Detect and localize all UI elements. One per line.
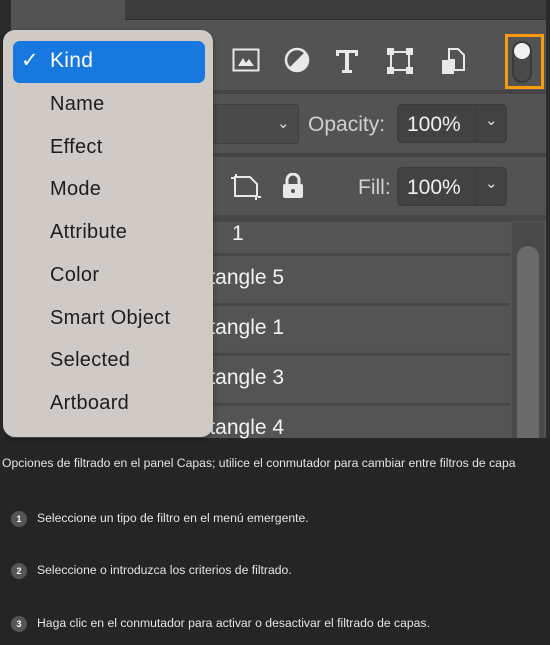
step-1: 1 Seleccione un tipo de filtro en el menú… — [11, 511, 309, 527]
scrollbar-thumb[interactable] — [517, 246, 539, 438]
smart-object-icon[interactable] — [441, 48, 465, 75]
opacity-field[interactable]: 100% ⌄ — [397, 104, 507, 143]
filter-type-menu: ✓ Kind Name Effect Mode Attribute Color S… — [3, 30, 213, 437]
figure-caption: Opciones de filtrado en el panel Capas; … — [2, 456, 516, 470]
lock-icon[interactable] — [282, 173, 304, 199]
fill-label: Fill: — [358, 176, 391, 199]
step-text: Seleccione o introduzca los criterios de… — [37, 563, 292, 577]
menu-item-artboard[interactable]: Artboard — [50, 392, 129, 415]
menu-item-kind[interactable]: ✓ Kind — [13, 41, 205, 83]
step-2: 2 Seleccione o introduzca los criterios d… — [11, 563, 292, 579]
panel-edge — [546, 0, 550, 438]
chevron-down-icon[interactable]: ⌄ — [485, 174, 498, 192]
fill-value: 100% — [407, 176, 461, 199]
menu-item-effect[interactable]: Effect — [50, 136, 103, 159]
image-icon[interactable] — [232, 48, 260, 72]
divider — [475, 168, 476, 205]
artboard-lock-icon[interactable] — [231, 174, 261, 200]
opacity-value: 100% — [407, 113, 461, 136]
layer-name: 1 — [232, 222, 244, 245]
layers-panel: ⌄ Opacity: 100% ⌄ Fill: 100% ⌄ 1 Rectang… — [0, 0, 550, 439]
menu-item-selected[interactable]: Selected — [50, 349, 130, 372]
filter-toggle-icon[interactable] — [511, 40, 533, 84]
chevron-down-icon[interactable]: ⌄ — [485, 111, 498, 129]
menu-item-smart-object[interactable]: Smart Object — [50, 307, 170, 330]
divider — [475, 105, 476, 142]
type-icon[interactable] — [334, 48, 360, 74]
step-number-badge: 3 — [11, 616, 27, 632]
chevron-down-icon: ⌄ — [277, 115, 290, 132]
menu-item-label: Kind — [50, 49, 94, 72]
step-number-badge: 1 — [11, 511, 27, 527]
checkmark-icon: ✓ — [21, 49, 39, 72]
opacity-label: Opacity: — [308, 113, 386, 136]
menu-item-mode[interactable]: Mode — [50, 178, 101, 201]
panel-tab-bar — [125, 0, 546, 20]
step-text: Haga clic en el conmutador para activar … — [37, 616, 430, 630]
adjustment-icon[interactable] — [284, 47, 310, 73]
menu-item-attribute[interactable]: Attribute — [50, 221, 127, 244]
step-3: 3 Haga clic en el conmutador para activar… — [11, 616, 430, 632]
step-number-badge: 2 — [11, 563, 27, 579]
menu-item-name[interactable]: Name — [50, 93, 105, 116]
shape-transform-icon[interactable] — [387, 48, 413, 74]
fill-field[interactable]: 100% ⌄ — [397, 167, 507, 206]
step-text: Seleccione un tipo de filtro en el menú … — [37, 511, 309, 525]
menu-item-color[interactable]: Color — [50, 264, 99, 287]
